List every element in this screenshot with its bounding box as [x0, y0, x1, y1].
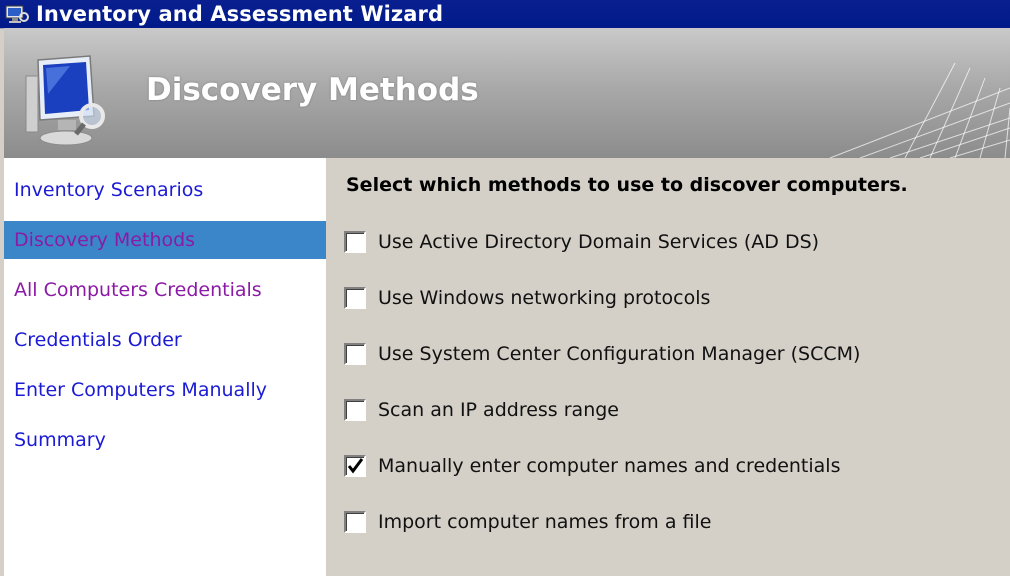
nav-item-all-computers-credentials[interactable]: All Computers Credentials — [4, 271, 326, 309]
nav-item-enter-computers-manually[interactable]: Enter Computers Manually — [4, 371, 326, 409]
checkmark-icon — [348, 458, 363, 474]
option-sccm[interactable]: Use System Center Configuration Manager … — [344, 340, 860, 368]
instruction-text: Select which methods to use to discover … — [346, 174, 908, 196]
option-ip-range[interactable]: Scan an IP address range — [344, 396, 619, 424]
option-label: Import computer names from a file — [378, 511, 712, 533]
option-label: Manually enter computer names and creden… — [378, 455, 841, 477]
content-panel: Select which methods to use to discover … — [326, 158, 1010, 576]
option-ad-ds[interactable]: Use Active Directory Domain Services (AD… — [344, 228, 819, 256]
option-windows-networking[interactable]: Use Windows networking protocols — [344, 284, 710, 312]
option-label: Scan an IP address range — [378, 399, 619, 421]
option-import-file[interactable]: Import computer names from a file — [344, 508, 711, 536]
wizard-icon — [5, 5, 29, 23]
wizard-step-nav: Inventory Scenarios Discovery Methods Al… — [4, 158, 326, 576]
title-bar: Inventory and Assessment Wizard — [0, 0, 1010, 29]
nav-item-discovery-methods[interactable]: Discovery Methods — [4, 221, 326, 259]
option-manual-entry[interactable]: Manually enter computer names and creden… — [344, 452, 840, 480]
checkbox-import-file[interactable] — [344, 511, 366, 533]
nav-item-summary[interactable]: Summary — [4, 421, 326, 459]
checkbox-sccm[interactable] — [344, 343, 366, 365]
option-label: Use Active Directory Domain Services (AD… — [378, 231, 820, 253]
option-label: Use System Center Configuration Manager … — [378, 343, 861, 365]
window-title: Inventory and Assessment Wizard — [36, 2, 444, 26]
option-label: Use Windows networking protocols — [378, 287, 711, 309]
checkbox-ip-range[interactable] — [344, 399, 366, 421]
grid-decoration — [829, 62, 1010, 158]
page-title: Discovery Methods — [146, 72, 479, 108]
nav-item-inventory-scenarios[interactable]: Inventory Scenarios — [4, 171, 326, 209]
checkbox-manual-entry[interactable] — [344, 455, 366, 477]
checkbox-ad-ds[interactable] — [344, 231, 366, 253]
checkbox-windows-networking[interactable] — [344, 287, 366, 309]
header-banner: Discovery Methods — [4, 28, 1010, 158]
computer-magnifier-icon — [25, 55, 105, 146]
nav-item-credentials-order[interactable]: Credentials Order — [4, 321, 326, 359]
